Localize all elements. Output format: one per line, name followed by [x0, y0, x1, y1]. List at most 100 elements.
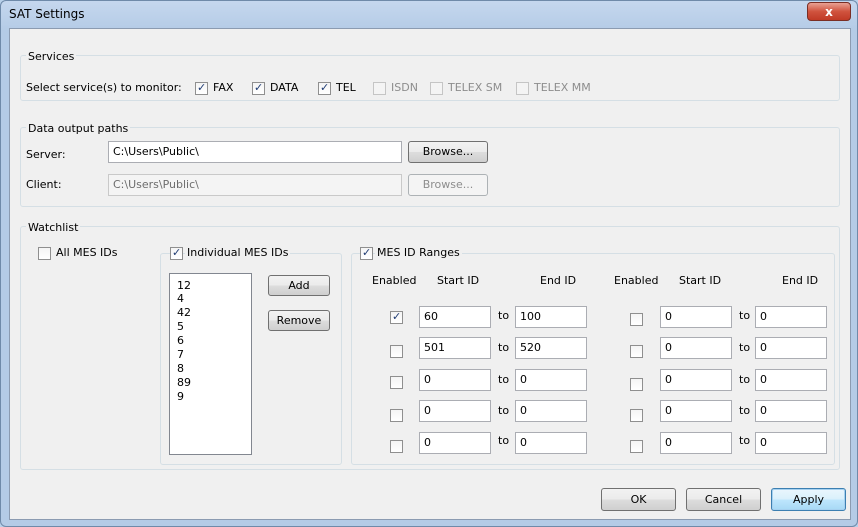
left-enabled-header: Enabled — [372, 274, 417, 287]
all-mes-ids-checkbox[interactable] — [38, 247, 51, 260]
range-end-input[interactable]: 0 — [755, 400, 827, 422]
range-enabled-checkbox[interactable]: ✓ — [390, 310, 403, 324]
client-label: Client: — [26, 178, 62, 191]
range-enabled-checkbox[interactable] — [390, 440, 403, 453]
services-group-label: Services — [26, 50, 77, 63]
range-start-input[interactable]: 0 — [419, 432, 491, 454]
tel-label: TEL — [336, 81, 356, 94]
server-browse-button[interactable]: Browse... — [408, 141, 488, 163]
range-enabled-checkbox[interactable] — [630, 345, 643, 358]
close-icon: x — [825, 5, 833, 19]
add-button[interactable]: Add — [268, 275, 330, 296]
range-end-input[interactable]: 0 — [515, 432, 587, 454]
list-item[interactable]: 9 — [177, 390, 184, 403]
window-title: SAT Settings — [9, 7, 85, 21]
mes-id-listbox[interactable]: 12 4 42 5 6 7 8 89 9 — [169, 273, 252, 455]
checkmark-icon: ✓ — [320, 81, 330, 94]
title-bar[interactable]: SAT Settings x — [1, 1, 857, 27]
range-enabled-checkbox[interactable] — [630, 440, 643, 453]
mes-id-ranges-label: MES ID Ranges — [375, 246, 462, 259]
left-end-id-header: End ID — [540, 274, 577, 287]
list-item[interactable]: 7 — [177, 348, 184, 361]
range-end-input[interactable]: 0 — [755, 337, 827, 359]
checkmark-icon: ✓ — [254, 81, 264, 94]
to-label: to — [498, 373, 510, 386]
fax-label: FAX — [213, 81, 234, 94]
range-start-input[interactable]: 501 — [419, 337, 491, 359]
server-path-input[interactable]: C:\Users\Public\ — [108, 141, 402, 163]
range-enabled-checkbox[interactable] — [390, 345, 403, 358]
list-item[interactable]: 5 — [177, 320, 184, 333]
to-label: to — [739, 404, 751, 417]
to-label: to — [498, 309, 510, 322]
apply-button[interactable]: Apply — [771, 488, 846, 511]
mes-id-ranges-checkbox[interactable]: ✓ — [360, 246, 373, 260]
to-label: to — [498, 434, 510, 447]
watchlist-label: Watchlist — [26, 221, 81, 234]
range-start-input[interactable]: 0 — [660, 306, 732, 328]
checkmark-icon: ✓ — [362, 246, 372, 259]
right-enabled-header: Enabled — [614, 274, 659, 287]
data-output-paths-label: Data output paths — [26, 122, 131, 135]
range-start-input[interactable]: 0 — [419, 369, 491, 391]
checkmark-icon: ✓ — [197, 81, 207, 94]
fax-checkbox[interactable]: ✓ — [195, 81, 208, 95]
server-label: Server: — [26, 148, 66, 161]
list-item[interactable]: 4 — [177, 292, 184, 305]
list-item[interactable]: 89 — [177, 376, 191, 389]
data-checkbox[interactable]: ✓ — [252, 81, 265, 95]
list-item[interactable]: 12 — [177, 279, 191, 292]
list-item[interactable]: 6 — [177, 334, 184, 347]
range-enabled-checkbox[interactable] — [630, 313, 643, 326]
telex-mm-checkbox — [516, 82, 529, 95]
right-end-id-header: End ID — [782, 274, 819, 287]
range-start-input[interactable]: 60 — [419, 306, 491, 328]
to-label: to — [498, 341, 510, 354]
left-start-id-header: Start ID — [437, 274, 480, 287]
range-end-input[interactable]: 0 — [755, 306, 827, 328]
range-start-input[interactable]: 0 — [660, 369, 732, 391]
individual-mes-ids-checkbox[interactable]: ✓ — [170, 246, 183, 260]
client-path-input: C:\Users\Public\ — [108, 174, 402, 196]
telex-mm-label: TELEX MM — [534, 81, 591, 94]
cancel-button[interactable]: Cancel — [686, 488, 761, 511]
range-end-input[interactable]: 0 — [755, 369, 827, 391]
range-start-input[interactable]: 0 — [660, 337, 732, 359]
range-start-input[interactable]: 0 — [660, 432, 732, 454]
to-label: to — [739, 309, 751, 322]
range-enabled-checkbox[interactable] — [390, 409, 403, 422]
isdn-checkbox — [373, 82, 386, 95]
isdn-label: ISDN — [391, 81, 418, 94]
close-button[interactable]: x — [807, 2, 851, 21]
client-browse-button: Browse... — [408, 174, 488, 196]
range-end-input[interactable]: 520 — [515, 337, 587, 359]
range-enabled-checkbox[interactable] — [630, 409, 643, 422]
list-item[interactable]: 8 — [177, 362, 184, 375]
data-label: DATA — [270, 81, 299, 94]
range-end-input[interactable]: 0 — [515, 400, 587, 422]
checkmark-icon: ✓ — [392, 310, 402, 323]
range-end-input[interactable]: 100 — [515, 306, 587, 328]
ok-button[interactable]: OK — [601, 488, 676, 511]
sat-settings-window: SAT Settings x Services Select service(s… — [0, 0, 858, 527]
to-label: to — [739, 434, 751, 447]
list-item[interactable]: 42 — [177, 306, 191, 319]
range-end-input[interactable]: 0 — [515, 369, 587, 391]
telex-sm-checkbox — [430, 82, 443, 95]
range-end-input[interactable]: 0 — [755, 432, 827, 454]
range-enabled-checkbox[interactable] — [390, 376, 403, 389]
telex-sm-label: TELEX SM — [448, 81, 503, 94]
dialog-body: Services Select service(s) to monitor: ✓… — [9, 28, 851, 520]
checkmark-icon: ✓ — [172, 246, 182, 259]
to-label: to — [498, 404, 510, 417]
to-label: to — [739, 373, 751, 386]
range-start-input[interactable]: 0 — [419, 400, 491, 422]
tel-checkbox[interactable]: ✓ — [318, 81, 331, 95]
to-label: to — [739, 341, 751, 354]
right-start-id-header: Start ID — [679, 274, 722, 287]
services-select-label: Select service(s) to monitor: — [26, 81, 182, 94]
remove-button[interactable]: Remove — [268, 310, 330, 331]
individual-mes-ids-label: Individual MES IDs — [185, 246, 291, 259]
range-enabled-checkbox[interactable] — [630, 378, 643, 391]
range-start-input[interactable]: 0 — [660, 400, 732, 422]
